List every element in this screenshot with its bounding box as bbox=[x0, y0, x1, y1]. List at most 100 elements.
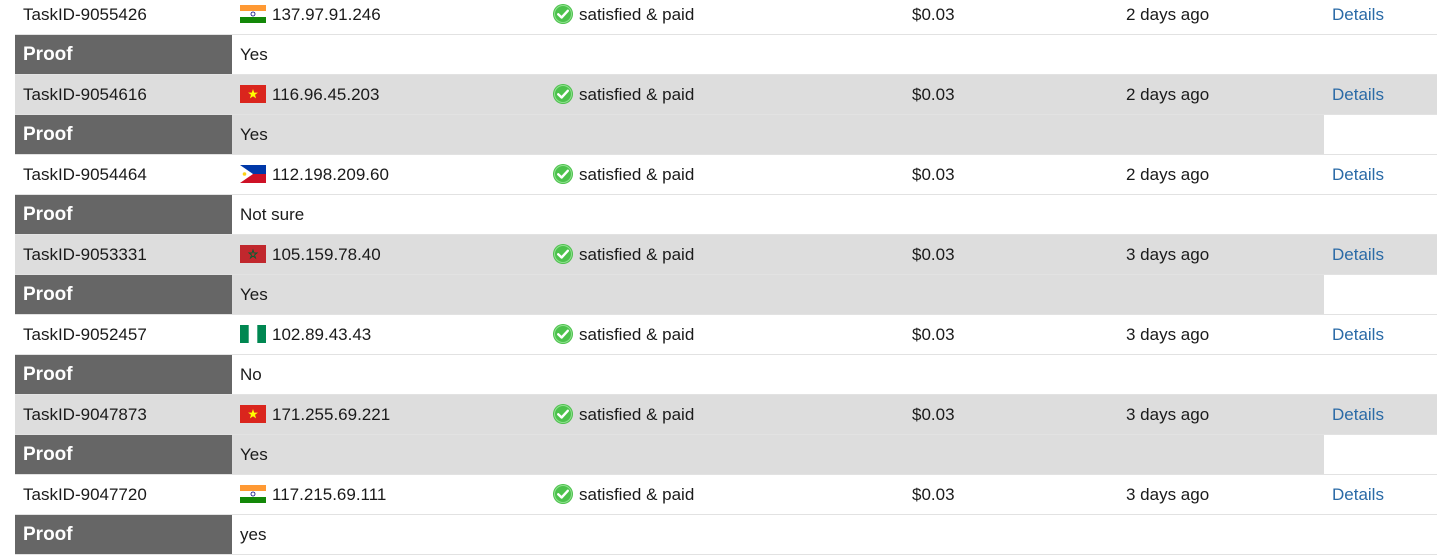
timestamp: 3 days ago bbox=[1126, 405, 1210, 424]
status-text: satisfied & paid bbox=[579, 325, 695, 344]
proof-row-background bbox=[232, 275, 1324, 314]
proof-row: Proof Yes bbox=[15, 275, 1437, 315]
price: $0.03 bbox=[912, 165, 955, 184]
status-cell: satisfied & paid bbox=[553, 235, 694, 274]
checkmark-icon bbox=[553, 319, 573, 344]
proof-value: No bbox=[240, 365, 262, 384]
task-id: TaskID-9047873 bbox=[23, 405, 147, 424]
task-table: TaskID-9055426 137.97.91.246 satisfied &… bbox=[15, 0, 1437, 555]
task-id: TaskID-9047720 bbox=[23, 485, 147, 504]
ip-cell: 171.255.69.221 bbox=[240, 395, 390, 434]
proof-row: Proof Yes bbox=[15, 35, 1437, 75]
status-cell: satisfied & paid bbox=[553, 315, 694, 354]
checkmark-icon bbox=[553, 239, 573, 264]
task-row: TaskID-9052457 102.89.43.43 satisfied & … bbox=[15, 315, 1437, 355]
ip-cell: 105.159.78.40 bbox=[240, 235, 381, 274]
timestamp: 2 days ago bbox=[1126, 85, 1210, 104]
proof-value: Yes bbox=[240, 445, 268, 464]
task-id: TaskID-9054464 bbox=[23, 165, 147, 184]
proof-row: Proof No bbox=[15, 355, 1437, 395]
proof-label: Proof bbox=[15, 435, 232, 474]
india-flag-icon bbox=[240, 0, 266, 23]
status-cell: satisfied & paid bbox=[553, 475, 694, 514]
details-link[interactable]: Details bbox=[1332, 75, 1384, 114]
details-link[interactable]: Details bbox=[1332, 0, 1384, 34]
ip-address: 105.159.78.40 bbox=[272, 245, 381, 264]
proof-label: Proof bbox=[15, 275, 232, 314]
ip-cell: 102.89.43.43 bbox=[240, 315, 371, 354]
status-cell: satisfied & paid bbox=[553, 395, 694, 434]
ip-address: 116.96.45.203 bbox=[272, 85, 380, 104]
proof-value: Yes bbox=[240, 125, 268, 144]
status-text: satisfied & paid bbox=[579, 405, 695, 424]
status-text: satisfied & paid bbox=[579, 485, 695, 504]
details-link[interactable]: Details bbox=[1332, 235, 1384, 274]
ip-address: 112.198.209.60 bbox=[272, 165, 389, 184]
details-link[interactable]: Details bbox=[1332, 155, 1384, 194]
ip-address: 171.255.69.221 bbox=[272, 405, 391, 424]
task-row: TaskID-9054616 116.96.45.203 satisfied &… bbox=[15, 75, 1437, 115]
ip-cell: 137.97.91.246 bbox=[240, 0, 381, 34]
task-row: TaskID-9047873 171.255.69.221 satisfied … bbox=[15, 395, 1437, 435]
morocco-flag-icon bbox=[240, 238, 266, 263]
status-text: satisfied & paid bbox=[579, 245, 695, 264]
proof-row: Proof Yes bbox=[15, 115, 1437, 155]
vietnam-flag-icon bbox=[240, 78, 266, 103]
proof-value: Yes bbox=[240, 285, 268, 304]
checkmark-icon bbox=[553, 79, 573, 104]
india-flag-icon bbox=[240, 478, 266, 503]
proof-label: Proof bbox=[15, 115, 232, 154]
ip-cell: 112.198.209.60 bbox=[240, 155, 389, 194]
task-id: TaskID-9054616 bbox=[23, 85, 147, 104]
details-link[interactable]: Details bbox=[1332, 475, 1384, 514]
price: $0.03 bbox=[912, 405, 955, 424]
nigeria-flag-icon bbox=[240, 318, 266, 343]
checkmark-icon bbox=[553, 399, 573, 424]
proof-label: Proof bbox=[15, 35, 232, 74]
vietnam-flag-icon bbox=[240, 398, 266, 423]
task-id: TaskID-9052457 bbox=[23, 325, 147, 344]
ip-cell: 116.96.45.203 bbox=[240, 75, 379, 114]
task-row: TaskID-9055426 137.97.91.246 satisfied &… bbox=[15, 0, 1437, 35]
task-row: TaskID-9047720 117.215.69.111 satisfied … bbox=[15, 475, 1437, 515]
price: $0.03 bbox=[912, 245, 955, 264]
proof-label: Proof bbox=[15, 195, 232, 234]
timestamp: 3 days ago bbox=[1126, 485, 1210, 504]
price: $0.03 bbox=[912, 85, 955, 104]
ip-cell: 117.215.69.111 bbox=[240, 475, 386, 514]
status-text: satisfied & paid bbox=[579, 85, 695, 104]
ip-address: 117.215.69.111 bbox=[272, 485, 387, 504]
status-text: satisfied & paid bbox=[579, 5, 695, 24]
price: $0.03 bbox=[912, 325, 955, 344]
proof-value: yes bbox=[240, 525, 267, 544]
proof-row: Proof Not sure bbox=[15, 195, 1437, 235]
proof-row-background bbox=[232, 435, 1324, 474]
philippines-flag-icon bbox=[240, 158, 266, 183]
task-id: TaskID-9053331 bbox=[23, 245, 147, 264]
timestamp: 2 days ago bbox=[1126, 5, 1210, 24]
details-link[interactable]: Details bbox=[1332, 395, 1384, 434]
task-row: TaskID-9054464 112.198.209.60 satisfied … bbox=[15, 155, 1437, 195]
proof-label: Proof bbox=[15, 355, 232, 394]
checkmark-icon bbox=[553, 0, 573, 24]
ip-address: 137.97.91.246 bbox=[272, 5, 381, 24]
proof-value: Yes bbox=[240, 45, 268, 64]
proof-label: Proof bbox=[15, 515, 232, 554]
status-cell: satisfied & paid bbox=[553, 155, 694, 194]
timestamp: 3 days ago bbox=[1126, 325, 1210, 344]
price: $0.03 bbox=[912, 485, 955, 504]
details-link[interactable]: Details bbox=[1332, 315, 1384, 354]
proof-row: Proof yes bbox=[15, 515, 1437, 555]
proof-row-background bbox=[232, 115, 1324, 154]
status-cell: satisfied & paid bbox=[553, 0, 694, 34]
task-row: TaskID-9053331 105.159.78.40 satisfied &… bbox=[15, 235, 1437, 275]
ip-address: 102.89.43.43 bbox=[272, 325, 372, 344]
task-id: TaskID-9055426 bbox=[23, 5, 147, 24]
timestamp: 2 days ago bbox=[1126, 165, 1210, 184]
status-cell: satisfied & paid bbox=[553, 75, 694, 114]
proof-value: Not sure bbox=[240, 205, 305, 224]
timestamp: 3 days ago bbox=[1126, 245, 1210, 264]
checkmark-icon bbox=[553, 479, 573, 504]
checkmark-icon bbox=[553, 159, 573, 184]
proof-row: Proof Yes bbox=[15, 435, 1437, 475]
